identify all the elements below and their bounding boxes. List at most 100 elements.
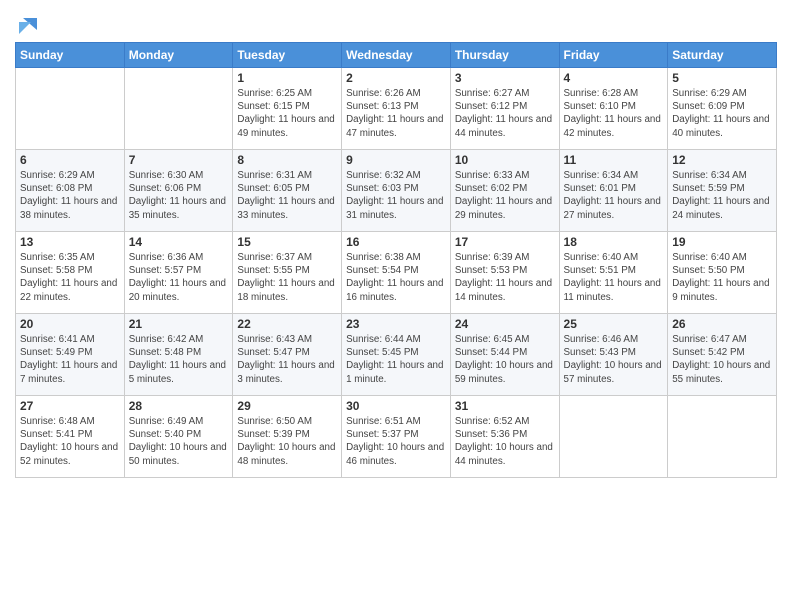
calendar-week-row: 6 Sunrise: 6:29 AM Sunset: 6:08 PM Daylig… bbox=[16, 150, 777, 232]
day-info: Sunrise: 6:36 AM Sunset: 5:57 PM Dayligh… bbox=[129, 251, 229, 304]
day-info: Sunrise: 6:52 AM Sunset: 5:36 PM Dayligh… bbox=[455, 415, 555, 468]
calendar-week-row: 1Sunrise: 6:25 AM Sunset: 6:15 PM Daylig… bbox=[16, 68, 777, 150]
calendar-cell: 4Sunrise: 6:28 AM Sunset: 6:10 PM Daylig… bbox=[559, 68, 668, 150]
day-number: 8 bbox=[237, 153, 337, 167]
calendar-cell: 6 Sunrise: 6:29 AM Sunset: 6:08 PM Daylig… bbox=[16, 150, 125, 232]
day-info: Sunrise: 6:40 AM Sunset: 5:51 PM Dayligh… bbox=[564, 251, 664, 304]
day-info: Sunrise: 6:37 AM Sunset: 5:55 PM Dayligh… bbox=[237, 251, 337, 304]
calendar-cell: 3 Sunrise: 6:27 AM Sunset: 6:12 PM Daylig… bbox=[450, 68, 559, 150]
day-number: 18 bbox=[564, 235, 664, 249]
day-info: Sunrise: 6:31 AM Sunset: 6:05 PM Dayligh… bbox=[237, 169, 337, 222]
day-info: Sunrise: 6:46 AM Sunset: 5:43 PM Dayligh… bbox=[564, 333, 664, 386]
day-number: 13 bbox=[20, 235, 120, 249]
calendar-cell: 29 Sunrise: 6:50 AM Sunset: 5:39 PM Dayli… bbox=[233, 396, 342, 478]
day-number: 10 bbox=[455, 153, 555, 167]
calendar-cell: 25 Sunrise: 6:46 AM Sunset: 5:43 PM Dayli… bbox=[559, 314, 668, 396]
day-number: 1 bbox=[237, 71, 337, 85]
day-number: 14 bbox=[129, 235, 229, 249]
day-number: 2 bbox=[346, 71, 446, 85]
day-number: 16 bbox=[346, 235, 446, 249]
day-number: 22 bbox=[237, 317, 337, 331]
weekday-header: Wednesday bbox=[342, 43, 451, 68]
day-info: Sunrise: 6:40 AM Sunset: 5:50 PM Dayligh… bbox=[672, 251, 772, 304]
calendar-cell: 14 Sunrise: 6:36 AM Sunset: 5:57 PM Dayli… bbox=[124, 232, 233, 314]
day-number: 17 bbox=[455, 235, 555, 249]
weekday-header: Friday bbox=[559, 43, 668, 68]
calendar-cell: 30 Sunrise: 6:51 AM Sunset: 5:37 PM Dayli… bbox=[342, 396, 451, 478]
logo-icon bbox=[17, 14, 39, 36]
day-info: Sunrise: 6:39 AM Sunset: 5:53 PM Dayligh… bbox=[455, 251, 555, 304]
day-info: Sunrise: 6:47 AM Sunset: 5:42 PM Dayligh… bbox=[672, 333, 772, 386]
calendar-week-row: 27Sunrise: 6:48 AM Sunset: 5:41 PM Dayli… bbox=[16, 396, 777, 478]
day-info: Sunrise: 6:27 AM Sunset: 6:12 PM Dayligh… bbox=[455, 87, 555, 140]
calendar-cell: 17 Sunrise: 6:39 AM Sunset: 5:53 PM Dayli… bbox=[450, 232, 559, 314]
calendar-cell: 23 Sunrise: 6:44 AM Sunset: 5:45 PM Dayli… bbox=[342, 314, 451, 396]
day-number: 27 bbox=[20, 399, 120, 413]
day-number: 15 bbox=[237, 235, 337, 249]
day-info: Sunrise: 6:34 AM Sunset: 5:59 PM Dayligh… bbox=[672, 169, 772, 222]
day-info: Sunrise: 6:29 AM Sunset: 6:08 PM Dayligh… bbox=[20, 169, 120, 222]
calendar-cell: 10 Sunrise: 6:33 AM Sunset: 6:02 PM Dayli… bbox=[450, 150, 559, 232]
calendar-cell: 1Sunrise: 6:25 AM Sunset: 6:15 PM Daylig… bbox=[233, 68, 342, 150]
calendar-cell: 12 Sunrise: 6:34 AM Sunset: 5:59 PM Dayli… bbox=[668, 150, 777, 232]
day-info: Sunrise: 6:43 AM Sunset: 5:47 PM Dayligh… bbox=[237, 333, 337, 386]
day-info: Sunrise: 6:30 AM Sunset: 6:06 PM Dayligh… bbox=[129, 169, 229, 222]
calendar-cell: 5 Sunrise: 6:29 AM Sunset: 6:09 PM Daylig… bbox=[668, 68, 777, 150]
day-info: Sunrise: 6:29 AM Sunset: 6:09 PM Dayligh… bbox=[672, 87, 772, 140]
day-info: Sunrise: 6:50 AM Sunset: 5:39 PM Dayligh… bbox=[237, 415, 337, 468]
day-number: 23 bbox=[346, 317, 446, 331]
calendar-week-row: 20Sunrise: 6:41 AM Sunset: 5:49 PM Dayli… bbox=[16, 314, 777, 396]
day-number: 25 bbox=[564, 317, 664, 331]
day-info: Sunrise: 6:34 AM Sunset: 6:01 PM Dayligh… bbox=[564, 169, 664, 222]
day-info: Sunrise: 6:33 AM Sunset: 6:02 PM Dayligh… bbox=[455, 169, 555, 222]
calendar-cell: 16 Sunrise: 6:38 AM Sunset: 5:54 PM Dayli… bbox=[342, 232, 451, 314]
day-number: 11 bbox=[564, 153, 664, 167]
day-info: Sunrise: 6:42 AM Sunset: 5:48 PM Dayligh… bbox=[129, 333, 229, 386]
calendar-cell: 22 Sunrise: 6:43 AM Sunset: 5:47 PM Dayli… bbox=[233, 314, 342, 396]
day-info: Sunrise: 6:26 AM Sunset: 6:13 PM Dayligh… bbox=[346, 87, 446, 140]
calendar-cell: 28 Sunrise: 6:49 AM Sunset: 5:40 PM Dayli… bbox=[124, 396, 233, 478]
weekday-header: Sunday bbox=[16, 43, 125, 68]
day-number: 12 bbox=[672, 153, 772, 167]
day-info: Sunrise: 6:45 AM Sunset: 5:44 PM Dayligh… bbox=[455, 333, 555, 386]
day-number: 28 bbox=[129, 399, 229, 413]
calendar-cell: 31 Sunrise: 6:52 AM Sunset: 5:36 PM Dayli… bbox=[450, 396, 559, 478]
weekday-header: Tuesday bbox=[233, 43, 342, 68]
calendar-cell: 26Sunrise: 6:47 AM Sunset: 5:42 PM Dayli… bbox=[668, 314, 777, 396]
day-info: Sunrise: 6:41 AM Sunset: 5:49 PM Dayligh… bbox=[20, 333, 120, 386]
day-number: 21 bbox=[129, 317, 229, 331]
calendar-cell bbox=[668, 396, 777, 478]
day-number: 31 bbox=[455, 399, 555, 413]
calendar-cell: 9Sunrise: 6:32 AM Sunset: 6:03 PM Daylig… bbox=[342, 150, 451, 232]
day-info: Sunrise: 6:28 AM Sunset: 6:10 PM Dayligh… bbox=[564, 87, 664, 140]
calendar-cell: 21 Sunrise: 6:42 AM Sunset: 5:48 PM Dayli… bbox=[124, 314, 233, 396]
logo bbox=[15, 14, 39, 36]
day-number: 30 bbox=[346, 399, 446, 413]
calendar-cell bbox=[559, 396, 668, 478]
weekday-header: Thursday bbox=[450, 43, 559, 68]
calendar-week-row: 13Sunrise: 6:35 AM Sunset: 5:58 PM Dayli… bbox=[16, 232, 777, 314]
weekday-header: Saturday bbox=[668, 43, 777, 68]
day-info: Sunrise: 6:44 AM Sunset: 5:45 PM Dayligh… bbox=[346, 333, 446, 386]
calendar-cell: 8 Sunrise: 6:31 AM Sunset: 6:05 PM Daylig… bbox=[233, 150, 342, 232]
header bbox=[15, 10, 777, 36]
calendar-cell: 27Sunrise: 6:48 AM Sunset: 5:41 PM Dayli… bbox=[16, 396, 125, 478]
day-info: Sunrise: 6:32 AM Sunset: 6:03 PM Dayligh… bbox=[346, 169, 446, 222]
calendar-cell: 11 Sunrise: 6:34 AM Sunset: 6:01 PM Dayli… bbox=[559, 150, 668, 232]
day-number: 19 bbox=[672, 235, 772, 249]
day-info: Sunrise: 6:38 AM Sunset: 5:54 PM Dayligh… bbox=[346, 251, 446, 304]
day-number: 5 bbox=[672, 71, 772, 85]
day-number: 29 bbox=[237, 399, 337, 413]
calendar-header-row: SundayMondayTuesdayWednesdayThursdayFrid… bbox=[16, 43, 777, 68]
day-info: Sunrise: 6:51 AM Sunset: 5:37 PM Dayligh… bbox=[346, 415, 446, 468]
calendar-cell bbox=[16, 68, 125, 150]
day-info: Sunrise: 6:49 AM Sunset: 5:40 PM Dayligh… bbox=[129, 415, 229, 468]
calendar-cell: 7Sunrise: 6:30 AM Sunset: 6:06 PM Daylig… bbox=[124, 150, 233, 232]
calendar-cell: 13Sunrise: 6:35 AM Sunset: 5:58 PM Dayli… bbox=[16, 232, 125, 314]
calendar-cell: 2 Sunrise: 6:26 AM Sunset: 6:13 PM Daylig… bbox=[342, 68, 451, 150]
calendar-cell bbox=[124, 68, 233, 150]
calendar-table: SundayMondayTuesdayWednesdayThursdayFrid… bbox=[15, 42, 777, 478]
calendar-cell: 19 Sunrise: 6:40 AM Sunset: 5:50 PM Dayli… bbox=[668, 232, 777, 314]
day-number: 6 bbox=[20, 153, 120, 167]
day-number: 3 bbox=[455, 71, 555, 85]
